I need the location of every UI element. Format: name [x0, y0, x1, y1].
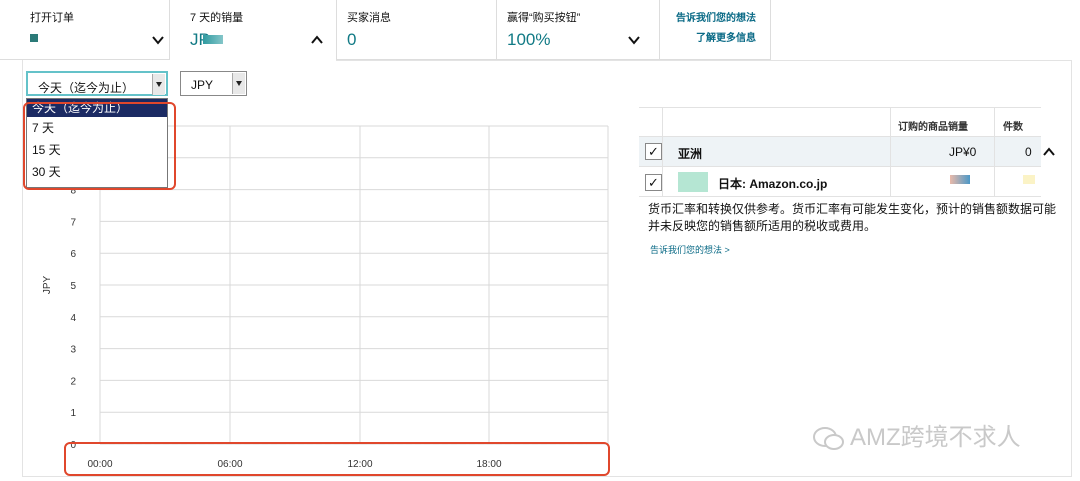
table-divider [890, 107, 891, 197]
table-row: ✓ 亚洲 JP¥0 0 [639, 137, 1055, 167]
japan-sales-blurred [950, 175, 970, 184]
annotation-box-dropdown [23, 102, 176, 190]
chevron-down-icon[interactable] [151, 33, 165, 47]
chevron-up-icon[interactable] [1043, 147, 1055, 157]
y-tick-label: 3 [70, 345, 76, 356]
wechat-icon [813, 426, 844, 450]
card-title-7day-sales: 7 天的销量 [190, 12, 244, 24]
y-tick-label: 2 [70, 376, 76, 387]
card-links: 告诉我们您的想法 了解更多信息 [660, 0, 771, 60]
currency-note: 货币汇率和转换仅供参考。货币汇率有可能发生变化，预计的销售额数据可能并未反映您的… [648, 202, 1057, 233]
card-title-open-orders: 打开订单 [30, 12, 74, 24]
row-units-asia: 0 [1025, 145, 1032, 159]
card-title-buy-box: 赢得“购买按钮” [507, 12, 581, 24]
checkbox-japan[interactable]: ✓ [645, 174, 662, 191]
table-row: ✓ 日本: Amazon.co.jp [639, 167, 1041, 197]
card-buyer-messages[interactable]: 买家消息 0 [337, 0, 497, 60]
table-divider [662, 107, 663, 197]
y-tick-label: 5 [70, 281, 76, 292]
table-header: 订购的商品销量 件数 [639, 107, 1041, 137]
marketplace-color-swatch [678, 172, 708, 192]
watermark: AMZ跨境不求人 [812, 417, 1021, 453]
chevron-up-icon[interactable] [310, 33, 324, 47]
row-label-asia: 亚洲 [678, 147, 703, 161]
chevron-down-icon[interactable] [627, 33, 641, 47]
panel-divider [336, 60, 1072, 61]
y-tick-label: 6 [70, 249, 76, 260]
card-title-buyer-messages: 买家消息 [347, 12, 391, 24]
y-tick-label: 4 [70, 313, 76, 324]
dropdown-arrow-icon[interactable] [232, 73, 245, 94]
learn-more-link[interactable]: 了解更多信息 [696, 29, 756, 44]
y-tick-label: 7 [70, 217, 76, 228]
annotation-box-xaxis [64, 442, 610, 476]
currency-select[interactable]: JPY [180, 71, 247, 96]
metric-cards: 打开订单 7 天的销量 JP 买家消息 0 赢得“购买按钮” 100% 告诉我们… [0, 0, 771, 60]
table-divider [994, 107, 995, 197]
row-sales-asia: JP¥0 [949, 145, 977, 159]
header-sales: 订购的商品销量 [898, 122, 968, 133]
watermark-text: AMZ跨境不求人 [850, 424, 1021, 451]
sales-value-blurred [203, 35, 223, 44]
card-7day-sales[interactable]: 7 天的销量 JP [170, 0, 337, 60]
card-open-orders[interactable]: 打开订单 [0, 0, 170, 60]
row-label-japan: 日本: Amazon.co.jp [718, 177, 828, 191]
header-units: 件数 [1003, 122, 1023, 133]
dropdown-arrow-icon[interactable] [152, 74, 165, 95]
open-orders-value-blurred [30, 34, 38, 42]
currency-value: JPY [191, 78, 214, 92]
date-range-value: 今天（迄今为止） [38, 81, 135, 95]
checkbox-asia[interactable]: ✓ [645, 143, 662, 160]
card-value-buy-box: 100% [507, 30, 551, 49]
y-axis-label: JPY [42, 276, 53, 295]
feedback-link[interactable]: 告诉我们您的想法 [676, 9, 756, 24]
y-tick-label: 1 [70, 408, 76, 419]
card-value-buyer-messages: 0 [347, 30, 357, 49]
date-range-select[interactable]: 今天（迄今为止） [26, 71, 168, 96]
japan-units-blurred [1023, 175, 1035, 184]
feedback-link-secondary[interactable]: 告诉我们您的想法 > [650, 243, 730, 256]
card-buy-box[interactable]: 赢得“购买按钮” 100% [497, 0, 660, 60]
